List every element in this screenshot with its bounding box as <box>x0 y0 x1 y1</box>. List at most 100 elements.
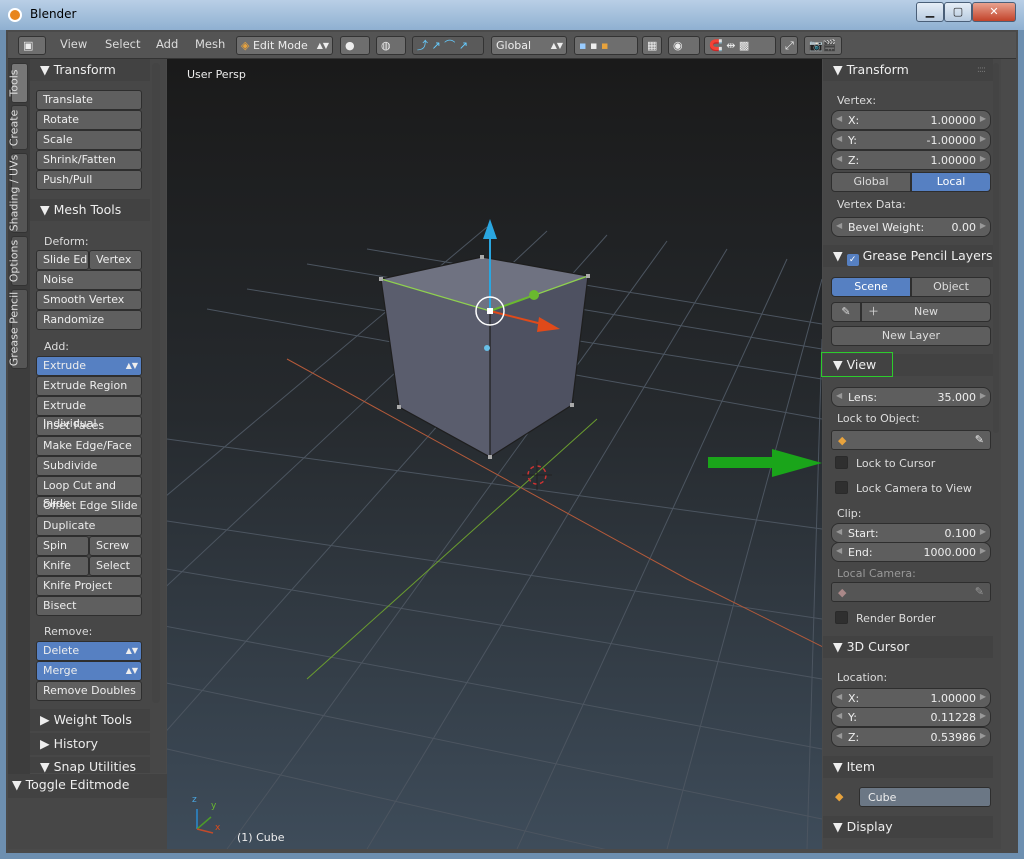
tab-tools[interactable]: Tools <box>8 63 28 103</box>
spin-button[interactable]: Spin <box>36 536 89 556</box>
panel-header-weight-tools[interactable]: ▶ Weight Tools <box>30 709 150 731</box>
panel-header-3d-cursor[interactable]: ▼ 3D Cursor <box>823 636 993 658</box>
opengl-render-icon[interactable]: ⤢ <box>780 36 798 55</box>
cube-mesh[interactable] <box>379 255 590 459</box>
render-border-checkbox[interactable] <box>835 611 848 624</box>
knife-select-button[interactable]: Select <box>89 556 142 576</box>
manipulator-buttons[interactable]: ⤴ ↗ ⌒ ↗ <box>412 36 484 55</box>
lens-field[interactable]: ◀ Lens: 35.000 ▶ <box>831 387 991 407</box>
render-camera-icon[interactable]: 📷🎬 <box>804 36 842 55</box>
lock-to-cursor-checkbox[interactable] <box>835 456 848 469</box>
cursor-z-field[interactable]: ◀ Z: 0.53986 ▶ <box>831 727 991 747</box>
global-toggle[interactable]: Global <box>831 172 911 192</box>
grease-pencil-icon[interactable]: ✎ <box>831 302 861 322</box>
loop-cut-slide-button[interactable]: Loop Cut and Slide <box>36 476 142 510</box>
remove-doubles-button[interactable]: Remove Doubles <box>36 681 142 701</box>
grease-object-toggle[interactable]: Object <box>911 277 991 297</box>
rotate-button[interactable]: Rotate <box>36 110 142 130</box>
snap-buttons[interactable]: 🧲 ⇹ ▩ <box>704 36 776 55</box>
proportional-edit-button[interactable]: ◉ <box>668 36 700 55</box>
translate-button[interactable]: Translate <box>36 90 142 110</box>
bisect-button[interactable]: Bisect <box>36 596 142 616</box>
noise-button[interactable]: Noise <box>36 270 142 290</box>
tab-options[interactable]: Options <box>8 236 28 286</box>
tab-grease-pencil[interactable]: Grease Pencil <box>8 289 28 369</box>
duplicate-button[interactable]: Duplicate <box>36 516 142 536</box>
offset-edge-slide-button[interactable]: Offset Edge Slide <box>36 496 142 516</box>
screw-button[interactable]: Screw <box>89 536 142 556</box>
panel-header-history[interactable]: ▶ History <box>30 733 150 755</box>
orientation-select[interactable]: Global ▲▼ <box>491 36 567 55</box>
merge-select[interactable]: Merge ▲▼ <box>36 661 142 681</box>
tab-shading-uvs[interactable]: Shading / UVs <box>8 153 28 233</box>
randomize-button[interactable]: Randomize <box>36 310 142 330</box>
clip-end-field[interactable]: ◀ End: 1000.000 ▶ <box>831 542 991 562</box>
local-camera-field[interactable]: ◆ ✎ <box>831 582 991 602</box>
panel-header-transform-props[interactable]: ▼ Transform:::: <box>823 59 993 81</box>
close-button[interactable]: ✕ <box>972 2 1016 22</box>
vertex-x-field[interactable]: ◀ X: 1.00000 ▶ <box>831 110 991 130</box>
menu-mesh[interactable]: Mesh <box>195 37 225 51</box>
cursor-x-field[interactable]: ◀ X: 1.00000 ▶ <box>831 688 991 708</box>
lock-object-field[interactable]: ◆ ✎ <box>831 430 991 450</box>
vertex-y-field[interactable]: ◀ Y: -1.00000 ▶ <box>831 130 991 150</box>
pivot-point-button[interactable]: ◍ <box>376 36 406 55</box>
menu-view[interactable]: View <box>60 37 87 51</box>
local-toggle[interactable]: Local <box>911 172 991 192</box>
inset-faces-button[interactable]: Inset Faces <box>36 416 142 436</box>
slide-edge-button[interactable]: Slide Ed <box>36 250 89 270</box>
lock-camera-checkbox[interactable] <box>835 481 848 494</box>
checkbox-checked-icon[interactable]: ✓ <box>846 254 859 266</box>
panel-header-snap-utilities[interactable]: ▼ Snap Utilities <box>30 757 150 773</box>
vertex-label: Vertex: <box>837 94 877 107</box>
vertex-z-field[interactable]: ◀ Z: 1.00000 ▶ <box>831 150 991 170</box>
smooth-vertex-button[interactable]: Smooth Vertex <box>36 290 142 310</box>
bevel-weight-field[interactable]: ◀ Bevel Weight: 0.00 ▶ <box>831 217 991 237</box>
operator-panel: ▼ Toggle Editmode <box>8 774 167 849</box>
knife-project-button[interactable]: Knife Project <box>36 576 142 596</box>
slide-vertex-button[interactable]: Vertex <box>89 250 142 270</box>
panel-header-toggle-editmode[interactable]: ▼ Toggle Editmode <box>8 774 167 798</box>
extrude-region-button[interactable]: Extrude Region <box>36 376 142 396</box>
new-layer-button[interactable]: New Layer <box>831 326 991 346</box>
extrude-select[interactable]: Extrude ▲▼ <box>36 356 142 376</box>
3d-viewport[interactable]: User Persp z y x (1) Cube <box>167 59 822 849</box>
menu-add[interactable]: Add <box>156 37 178 51</box>
3d-cursor[interactable] <box>522 460 552 490</box>
menu-select[interactable]: Select <box>105 37 140 51</box>
panel-header-view[interactable]: ▼ View <box>821 352 993 377</box>
panel-header-display[interactable]: ▼ Display <box>823 816 993 838</box>
eyedropper-icon[interactable]: ✎ <box>975 585 984 598</box>
viewport-scene[interactable] <box>167 59 822 849</box>
properties-scrollbar[interactable] <box>993 63 999 433</box>
mode-select[interactable]: ◈ Edit Mode ▲▼ <box>236 36 333 55</box>
delete-select[interactable]: Delete ▲▼ <box>36 641 142 661</box>
grease-new-button[interactable]: ＋ New <box>861 302 991 322</box>
extrude-individual-button[interactable]: Extrude Individual <box>36 396 142 430</box>
view-label: User Persp <box>187 68 246 81</box>
make-edge-face-button[interactable]: Make Edge/Face <box>36 436 142 456</box>
grease-scene-toggle[interactable]: Scene <box>831 277 911 297</box>
knife-button[interactable]: Knife <box>36 556 89 576</box>
panel-header-mesh-tools[interactable]: ▼ Mesh Tools <box>30 199 150 221</box>
panel-header-grease-pencil[interactable]: ▼ ✓ Grease Pencil Layers <box>823 245 993 267</box>
scale-button[interactable]: Scale <box>36 130 142 150</box>
minimize-button[interactable]: ▁ <box>916 2 944 22</box>
select-mode-buttons[interactable]: ▪ ▪ ▪ <box>574 36 638 55</box>
editor-type-icon[interactable]: ▣ <box>18 36 46 55</box>
face-select-icon: ▪ <box>600 39 609 52</box>
cursor-y-field[interactable]: ◀ Y: 0.11228 ▶ <box>831 707 991 727</box>
maximize-button[interactable]: ▢ <box>944 2 972 22</box>
panel-header-item[interactable]: ▼ Item <box>823 756 993 778</box>
tab-create[interactable]: Create <box>8 105 28 150</box>
shrink-fatten-button[interactable]: Shrink/Fatten <box>36 150 142 170</box>
push-pull-button[interactable]: Push/Pull <box>36 170 142 190</box>
viewport-shading-button[interactable]: ● <box>340 36 370 55</box>
toolshelf-scrollbar[interactable] <box>152 63 160 703</box>
subdivide-button[interactable]: Subdivide <box>36 456 142 476</box>
eyedropper-icon[interactable]: ✎ <box>975 433 984 446</box>
item-name-field[interactable]: Cube <box>859 787 991 807</box>
clip-start-field[interactable]: ◀ Start: 0.100 ▶ <box>831 523 991 543</box>
panel-header-transform[interactable]: ▼ Transform <box>30 59 150 81</box>
limit-selection-icon[interactable]: ▦ <box>642 36 662 55</box>
